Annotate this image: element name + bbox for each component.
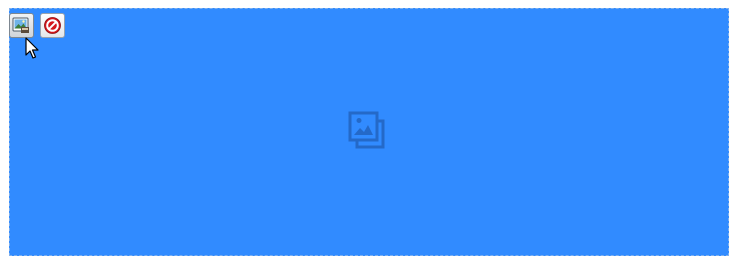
editor-stage <box>0 0 731 258</box>
remove-image-button[interactable] <box>40 13 65 38</box>
image-placeholder-icon <box>348 111 385 149</box>
change-image-button[interactable] <box>9 13 34 38</box>
image-toolbar <box>9 13 65 38</box>
no-entry-icon <box>44 17 61 34</box>
image-edit-icon <box>12 17 29 33</box>
